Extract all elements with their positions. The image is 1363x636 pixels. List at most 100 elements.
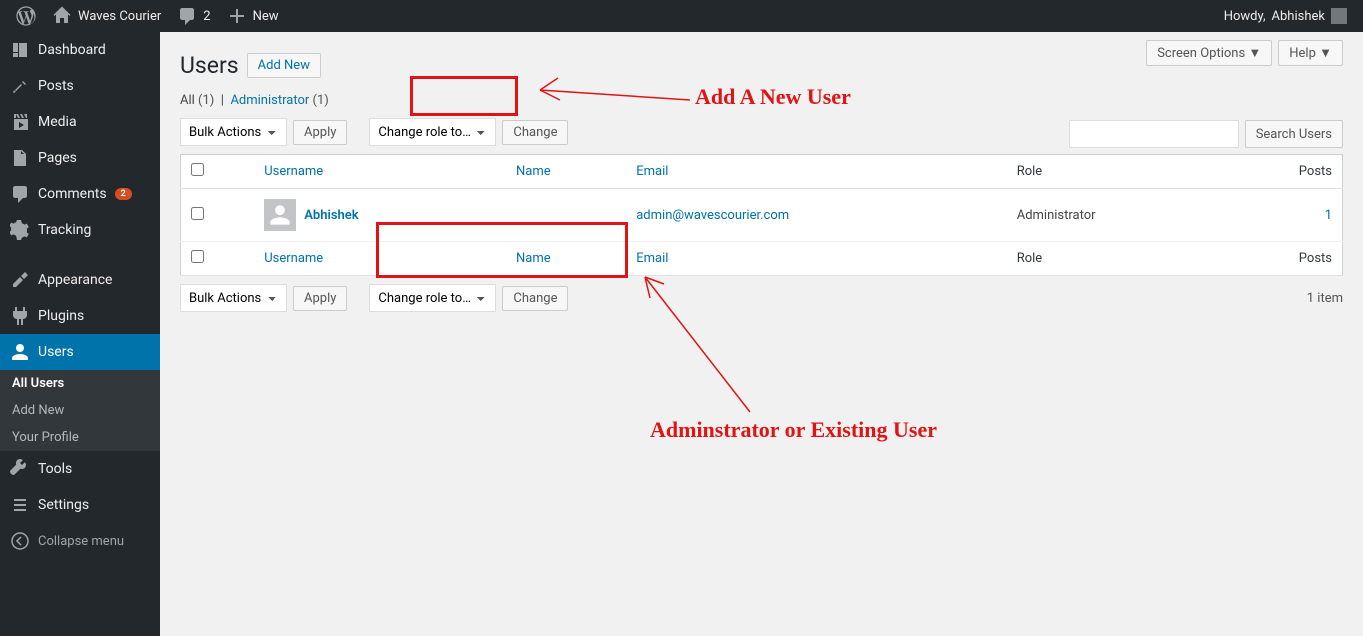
settings-icon bbox=[10, 495, 30, 515]
my-account[interactable]: Howdy, Abhishek bbox=[1216, 0, 1355, 32]
site-name[interactable]: Waves Courier bbox=[44, 0, 169, 32]
sidebar-item-tracking[interactable]: Tracking bbox=[0, 212, 160, 248]
appearance-icon bbox=[10, 270, 30, 290]
help-button[interactable]: Help ▼ bbox=[1278, 40, 1343, 66]
media-icon bbox=[10, 112, 30, 132]
sidebar-item-pages[interactable]: Pages bbox=[0, 140, 160, 176]
select-all-bottom[interactable] bbox=[181, 242, 255, 276]
col-posts: Posts bbox=[1224, 242, 1342, 276]
howdy-name: Abhishek bbox=[1272, 9, 1325, 24]
sidebar-item-appearance[interactable]: Appearance bbox=[0, 262, 160, 298]
sidebar-item-dashboard[interactable]: Dashboard bbox=[0, 32, 160, 68]
change-role-select[interactable]: Change role to… bbox=[369, 118, 496, 146]
filter-all-count: (1) bbox=[198, 93, 214, 108]
wp-logo[interactable] bbox=[8, 0, 44, 32]
annotation-text-existing: Adminstrator or Existing User bbox=[650, 417, 937, 443]
comments-count: 2 bbox=[203, 9, 210, 24]
bulk-actions-select[interactable]: Bulk Actions bbox=[180, 118, 287, 146]
sidebar-item-label: Pages bbox=[38, 150, 77, 166]
page-title: Users bbox=[180, 52, 239, 79]
posts-link[interactable]: 1 bbox=[1325, 208, 1332, 223]
col-name[interactable]: Name bbox=[506, 155, 626, 189]
sidebar-item-users[interactable]: Users bbox=[0, 334, 160, 370]
filter-admin-link[interactable]: Administrator bbox=[230, 93, 309, 108]
user-avatar-icon bbox=[264, 199, 296, 231]
page-icon bbox=[10, 148, 30, 168]
col-email[interactable]: Email bbox=[626, 155, 1006, 189]
new-content[interactable]: New bbox=[219, 0, 287, 32]
separator: | bbox=[221, 93, 224, 108]
admin-sidebar: Dashboard Posts Media Pages Comments 2 T… bbox=[0, 32, 160, 636]
bulk-actions-select-bottom[interactable]: Bulk Actions bbox=[180, 284, 287, 312]
apply-button-bottom[interactable]: Apply bbox=[293, 286, 347, 311]
plugin-icon bbox=[10, 306, 30, 326]
role-cell: Administrator bbox=[1007, 189, 1225, 242]
change-role-select-bottom[interactable]: Change role to… bbox=[369, 284, 496, 312]
users-submenu: All Users Add New Your Profile bbox=[0, 370, 160, 451]
sidebar-item-label: Tools bbox=[38, 461, 72, 477]
sidebar-item-label: Users bbox=[38, 344, 74, 360]
screen-options-button[interactable]: Screen Options ▼ bbox=[1146, 40, 1272, 66]
site-title: Waves Courier bbox=[78, 9, 161, 24]
pin-icon bbox=[10, 76, 30, 96]
sidebar-item-label: Plugins bbox=[38, 308, 84, 324]
sidebar-item-label: Media bbox=[38, 114, 77, 130]
col-username[interactable]: Username bbox=[254, 242, 506, 276]
change-button[interactable]: Change bbox=[502, 120, 568, 145]
tools-icon bbox=[10, 459, 30, 479]
select-all-top[interactable] bbox=[181, 155, 255, 189]
sidebar-item-label: Appearance bbox=[38, 272, 112, 288]
main-content: Screen Options ▼ Help ▼ Users Add New Al… bbox=[160, 32, 1363, 636]
submenu-your-profile[interactable]: Your Profile bbox=[0, 424, 160, 451]
comment-icon bbox=[10, 184, 30, 204]
comments-badge: 2 bbox=[115, 188, 132, 200]
col-name[interactable]: Name bbox=[506, 242, 626, 276]
col-email[interactable]: Email bbox=[626, 242, 1006, 276]
howdy-prefix: Howdy, bbox=[1224, 9, 1266, 24]
name-cell bbox=[506, 189, 626, 242]
comments-link[interactable]: 2 bbox=[169, 0, 218, 32]
select-all-checkbox[interactable] bbox=[191, 163, 204, 176]
adminbar: Waves Courier 2 New Howdy, Abhishek bbox=[0, 0, 1363, 32]
change-button-bottom[interactable]: Change bbox=[502, 286, 568, 311]
filter-admin-count: (1) bbox=[313, 93, 329, 108]
sidebar-item-plugins[interactable]: Plugins bbox=[0, 298, 160, 334]
avatar-icon bbox=[1331, 8, 1347, 24]
sidebar-item-label: Tracking bbox=[38, 222, 91, 238]
submenu-all-users[interactable]: All Users bbox=[0, 370, 160, 397]
comment-icon bbox=[177, 6, 197, 26]
sidebar-item-settings[interactable]: Settings bbox=[0, 487, 160, 523]
new-label: New bbox=[253, 9, 279, 24]
search-input[interactable] bbox=[1069, 120, 1239, 148]
sidebar-item-label: Settings bbox=[38, 497, 89, 513]
collapse-icon bbox=[10, 531, 30, 551]
sidebar-item-posts[interactable]: Posts bbox=[0, 68, 160, 104]
col-role: Role bbox=[1007, 155, 1225, 189]
select-all-checkbox[interactable] bbox=[191, 250, 204, 263]
sidebar-item-label: Posts bbox=[38, 78, 74, 94]
add-new-button[interactable]: Add New bbox=[247, 53, 321, 78]
apply-button[interactable]: Apply bbox=[293, 120, 347, 145]
filter-all-label[interactable]: All bbox=[180, 93, 195, 108]
collapse-menu[interactable]: Collapse menu bbox=[0, 523, 160, 559]
users-icon bbox=[10, 342, 30, 362]
plus-icon bbox=[227, 6, 247, 26]
col-posts: Posts bbox=[1224, 155, 1342, 189]
sidebar-item-tools[interactable]: Tools bbox=[0, 451, 160, 487]
sidebar-item-comments[interactable]: Comments 2 bbox=[0, 176, 160, 212]
sidebar-item-media[interactable]: Media bbox=[0, 104, 160, 140]
collapse-label: Collapse menu bbox=[38, 534, 124, 549]
search-users-button[interactable]: Search Users bbox=[1245, 120, 1343, 148]
home-icon bbox=[52, 6, 72, 26]
sidebar-item-label: Dashboard bbox=[38, 42, 106, 58]
user-filters: All (1) | Administrator (1) bbox=[180, 93, 1343, 108]
submenu-add-new[interactable]: Add New bbox=[0, 397, 160, 424]
sidebar-item-label: Comments bbox=[38, 186, 107, 202]
email-link[interactable]: admin@wavescourier.com bbox=[636, 208, 789, 223]
table-row: Abhishek admin@wavescourier.com Administ… bbox=[181, 189, 1343, 242]
username-link[interactable]: Abhishek bbox=[304, 208, 358, 223]
row-checkbox[interactable] bbox=[191, 207, 204, 220]
col-username[interactable]: Username bbox=[254, 155, 506, 189]
users-table: Username Name Email Role Posts Abhishek bbox=[180, 154, 1343, 276]
wordpress-icon bbox=[16, 6, 36, 26]
